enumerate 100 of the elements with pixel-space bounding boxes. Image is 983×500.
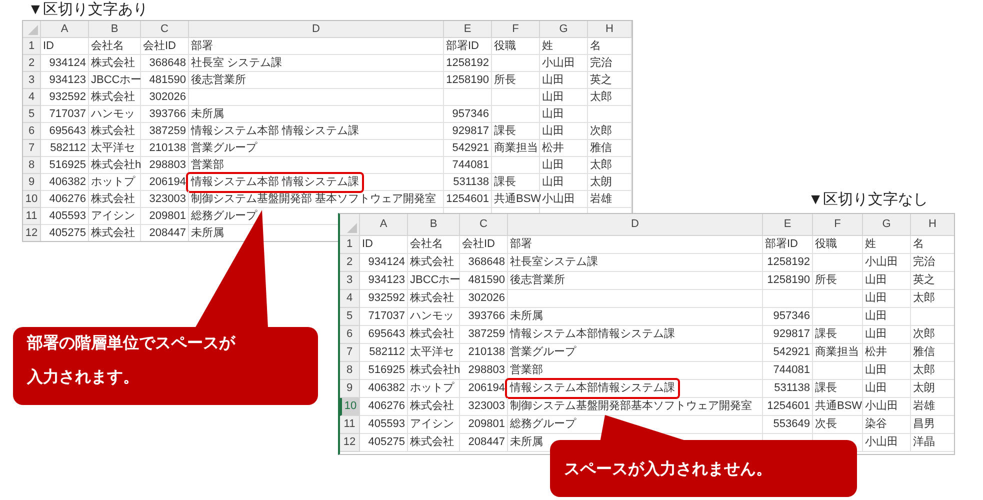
callout-text: スペースが入力されません。 bbox=[563, 459, 773, 480]
column-header[interactable]: F bbox=[813, 214, 863, 236]
cell-text: 山田 bbox=[542, 92, 564, 102]
cell-text: 1254601 bbox=[446, 194, 489, 204]
column-header[interactable]: C bbox=[460, 214, 508, 236]
cell-text: 太平洋セ bbox=[91, 142, 135, 154]
cell-text: 553649 bbox=[773, 419, 810, 430]
row-header[interactable]: 7 bbox=[23, 140, 41, 157]
cell-text: 406382 bbox=[49, 176, 86, 188]
row-header[interactable]: 3 bbox=[23, 72, 41, 89]
cell-text: 405593 bbox=[49, 210, 86, 222]
column-header[interactable]: D bbox=[189, 21, 444, 38]
cell-text: 1258190 bbox=[446, 74, 489, 86]
cell-text: 総務グループ bbox=[191, 210, 257, 222]
cell-text: 共通BSW bbox=[815, 401, 862, 412]
row-header[interactable]: 4 bbox=[340, 290, 360, 308]
row-header[interactable]: 4 bbox=[23, 89, 41, 106]
cell-text: 387259 bbox=[149, 126, 186, 136]
column-header[interactable]: C bbox=[141, 21, 189, 38]
cell-text: 太平洋セ bbox=[410, 347, 454, 358]
cell-text: 1254601 bbox=[767, 401, 810, 412]
cell-text: 山田 bbox=[865, 311, 887, 322]
column-header[interactable]: D bbox=[508, 214, 763, 236]
cell-text: 株式会社 bbox=[91, 92, 135, 102]
cell-text: 会社ID bbox=[143, 40, 176, 52]
row-header[interactable]: 8 bbox=[340, 362, 360, 380]
row-header[interactable]: 1 bbox=[340, 236, 360, 254]
column-header[interactable]: F bbox=[492, 21, 540, 38]
cell-text: 山田 bbox=[542, 176, 564, 188]
column-header[interactable]: B bbox=[408, 214, 460, 236]
cell-text: 松井 bbox=[865, 347, 887, 358]
cell-text: 制御システム基盤開発部 基本ソフトウェア開発室 bbox=[191, 194, 436, 204]
row-header[interactable]: 6 bbox=[340, 326, 360, 344]
cell-text: 717037 bbox=[368, 311, 405, 322]
cell-text: 課長 bbox=[494, 176, 516, 188]
cell-text: 株式会社h bbox=[91, 160, 142, 170]
cell-text: 株式会社 bbox=[91, 228, 135, 238]
cell-text: 名 bbox=[590, 40, 601, 52]
cell-text: 未所属 bbox=[510, 311, 543, 322]
cell-text: 695643 bbox=[368, 329, 405, 340]
row-header[interactable]: 2 bbox=[23, 55, 41, 72]
cell-text: 課長 bbox=[494, 126, 516, 136]
cell-text: 744081 bbox=[773, 365, 810, 376]
row-header[interactable]: 10 bbox=[340, 398, 360, 416]
cell-text: 社長室 システム課 bbox=[191, 58, 282, 68]
row-header[interactable]: 5 bbox=[340, 308, 360, 326]
cell-text: 山田 bbox=[865, 383, 887, 394]
select-all-corner[interactable] bbox=[23, 21, 41, 38]
row-header[interactable]: 11 bbox=[340, 416, 360, 434]
row-header[interactable]: 8 bbox=[23, 157, 41, 174]
cell-text: 染谷 bbox=[865, 419, 887, 430]
row-header[interactable]: 9 bbox=[340, 380, 360, 398]
row-header[interactable]: 11 bbox=[23, 208, 41, 225]
cell-text: 1258192 bbox=[767, 257, 810, 268]
column-header[interactable]: G bbox=[863, 214, 911, 236]
cell-text: 山田 bbox=[865, 293, 887, 304]
select-all-corner[interactable] bbox=[340, 214, 360, 236]
cell-text: アイシン bbox=[410, 419, 454, 430]
cell-text: 役職 bbox=[494, 40, 516, 52]
cell-text: 商業担当 bbox=[494, 142, 538, 154]
cell-text: 株式会社 bbox=[91, 194, 135, 204]
row-header[interactable]: 2 bbox=[340, 254, 360, 272]
row-header[interactable]: 5 bbox=[23, 106, 41, 123]
row-header[interactable]: 3 bbox=[340, 272, 360, 290]
column-header[interactable]: E bbox=[444, 21, 492, 38]
row-header[interactable]: 12 bbox=[23, 225, 41, 241]
cell-text: ホットプ bbox=[410, 383, 454, 394]
cell-text: 営業部 bbox=[191, 160, 224, 170]
column-header[interactable]: B bbox=[89, 21, 141, 38]
cell-text: 株式会社h bbox=[410, 365, 460, 376]
column-header[interactable]: H bbox=[911, 214, 954, 236]
cell-text: 481590 bbox=[149, 74, 186, 86]
cell-text: 208447 bbox=[149, 228, 186, 238]
row-header[interactable]: 10 bbox=[23, 191, 41, 208]
column-header[interactable]: A bbox=[360, 214, 408, 236]
row-header[interactable]: 9 bbox=[23, 174, 41, 191]
cell-text: 会社名 bbox=[91, 40, 124, 52]
column-header[interactable]: H bbox=[588, 21, 632, 38]
cell-text: 姓 bbox=[865, 239, 876, 250]
column-header[interactable]: G bbox=[540, 21, 588, 38]
cell-text: 542921 bbox=[773, 347, 810, 358]
cell-text: 情報システム本部情報システム課 bbox=[510, 329, 675, 340]
cell-text: 山田 bbox=[542, 160, 564, 170]
column-header[interactable]: E bbox=[763, 214, 813, 236]
cell-text: 役職 bbox=[815, 239, 837, 250]
cell-text: 210138 bbox=[149, 142, 186, 154]
cell-text: ID bbox=[43, 40, 54, 52]
cell-text: 課長 bbox=[815, 383, 837, 394]
cell-text: 323003 bbox=[468, 401, 505, 412]
column-header[interactable]: A bbox=[41, 21, 89, 38]
cell-text: 太朗 bbox=[913, 383, 935, 394]
cell-text: 未所属 bbox=[510, 437, 543, 448]
row-header[interactable]: 12 bbox=[340, 434, 360, 452]
row-header[interactable]: 1 bbox=[23, 38, 41, 55]
row-header[interactable]: 6 bbox=[23, 123, 41, 140]
callout-text: 部署の階層単位でスペースが 入力されます。 bbox=[26, 333, 236, 388]
cell-text: 太郎 bbox=[590, 92, 612, 102]
cell-text: 英之 bbox=[590, 74, 612, 86]
row-header[interactable]: 7 bbox=[340, 344, 360, 362]
cell-text: 山田 bbox=[542, 74, 564, 86]
